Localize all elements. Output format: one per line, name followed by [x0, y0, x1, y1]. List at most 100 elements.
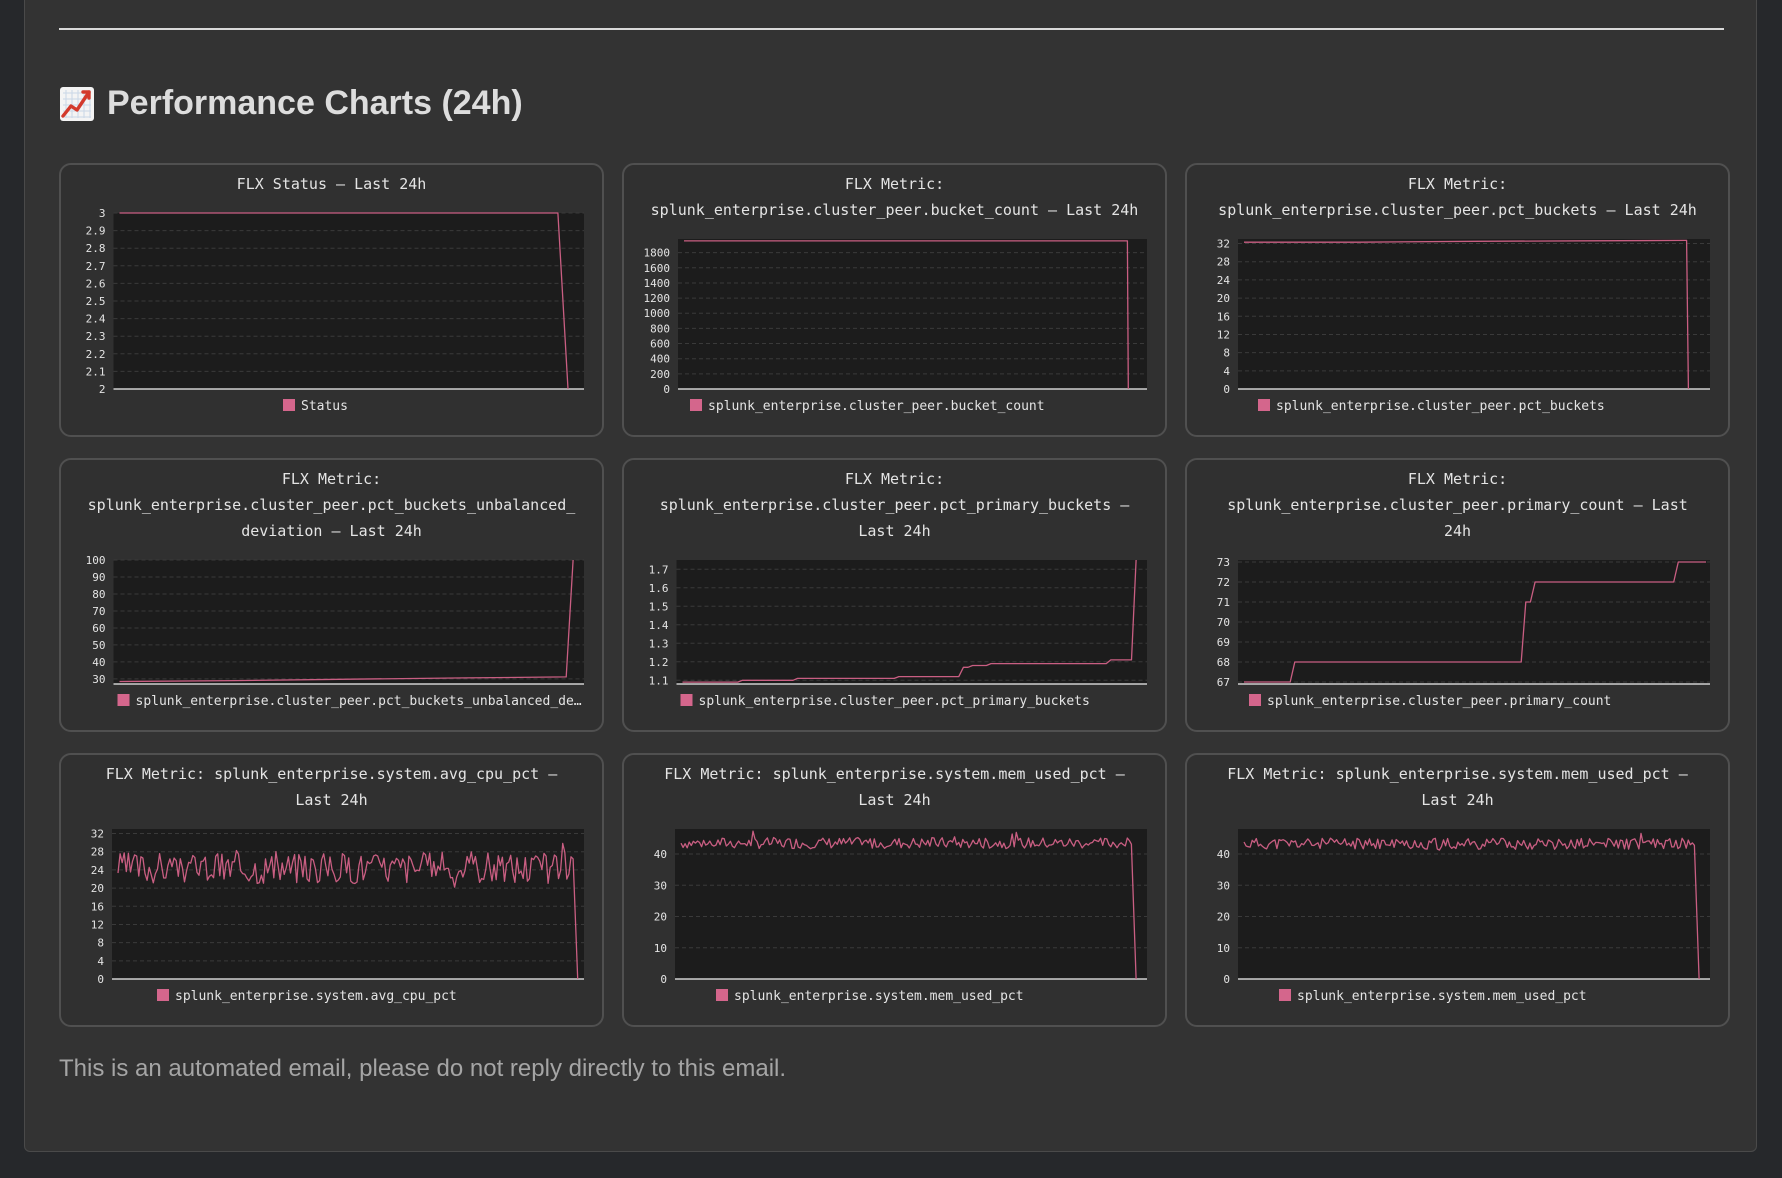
- chart-card: FLX Status – Last 24h 2 2.1 2.2 2.3 2.4 2.5 2.6…: [59, 163, 604, 437]
- y-tick-label: 1400: [644, 277, 671, 290]
- y-tick-label: 69: [1217, 636, 1230, 649]
- y-tick-label: 50: [92, 639, 105, 652]
- chart-title-line: FLX Metric: splunk_enterprise.system.mem…: [1227, 765, 1689, 783]
- y-tick-label: 2: [99, 383, 106, 396]
- y-tick-label: 1600: [644, 262, 671, 275]
- y-tick-label: 40: [1217, 848, 1230, 861]
- charts-grid: FLX Status – Last 24h 2 2.1 2.2 2.3 2.4 2.5 2.6…: [59, 163, 1731, 1027]
- legend-swatch: [1258, 399, 1270, 411]
- chart-svg: FLX Metric: splunk_enterprise.cluster_pee…: [1217, 470, 1710, 709]
- y-tick-label: 71: [1217, 596, 1230, 609]
- y-tick-label: 67: [1217, 676, 1230, 689]
- chart-title-line: splunk_enterprise.cluster_peer.pct_bucke…: [88, 496, 577, 514]
- y-tick-label: 2.5: [86, 295, 106, 308]
- legend-swatch: [283, 399, 295, 411]
- y-tick-label: 20: [1217, 911, 1230, 924]
- y-tick-label: 1800: [644, 247, 671, 260]
- chart-svg: FLX Metric: splunk_enterprise.cluster_pee…: [1217, 175, 1710, 414]
- y-tick-label: 72: [1217, 576, 1230, 589]
- y-tick-label: 0: [663, 383, 670, 396]
- y-tick-label: 24: [1217, 274, 1231, 287]
- chart-title-line: FLX Status – Last 24h: [237, 175, 427, 193]
- y-tick-label: 2.9: [86, 225, 106, 238]
- y-tick-label: 30: [92, 673, 105, 686]
- legend-swatch: [1279, 989, 1291, 1001]
- y-tick-label: 90: [92, 571, 105, 584]
- plot-area: [676, 560, 1147, 684]
- chart-title-line: FLX Metric:: [1408, 175, 1507, 193]
- legend-label: Status: [301, 399, 348, 414]
- y-tick-label: 600: [650, 338, 670, 351]
- y-tick-label: 1.1: [649, 674, 669, 687]
- legend-label: splunk_enterprise.cluster_peer.bucket_co…: [708, 399, 1045, 414]
- y-tick-label: 40: [92, 656, 105, 669]
- y-tick-label: 3: [99, 207, 106, 220]
- chart-svg: FLX Metric: splunk_enterprise.system.mem…: [654, 765, 1147, 1004]
- y-tick-label: 68: [1217, 656, 1230, 669]
- footer-note: This is an automated email, please do no…: [59, 1055, 787, 1082]
- section-title: Performance Charts (24h): [59, 84, 523, 123]
- y-tick-label: 8: [1223, 347, 1230, 360]
- y-tick-label: 800: [650, 322, 670, 335]
- chart-svg: FLX Metric: splunk_enterprise.cluster_pee…: [644, 175, 1147, 414]
- y-tick-label: 1.6: [649, 582, 669, 595]
- chart-card: FLX Metric: splunk_enterprise.cluster_pee…: [59, 458, 604, 732]
- chart-card: FLX Metric: splunk_enterprise.system.mem…: [1185, 753, 1730, 1027]
- chart-title-line: FLX Metric: splunk_enterprise.system.mem…: [664, 765, 1126, 783]
- y-tick-label: 1.4: [649, 619, 669, 632]
- y-tick-label: 0: [1223, 973, 1230, 986]
- y-tick-label: 12: [91, 918, 104, 931]
- y-tick-label: 400: [650, 353, 670, 366]
- y-tick-label: 24: [91, 864, 105, 877]
- plot-area: [113, 560, 584, 684]
- chart-card: FLX Metric: splunk_enterprise.system.mem…: [622, 753, 1167, 1027]
- chart-svg: FLX Status – Last 24h 2 2.1 2.2 2.3 2.4 2.5 2.6…: [86, 175, 584, 414]
- y-tick-label: 80: [92, 588, 105, 601]
- chart-title-line: splunk_enterprise.cluster_peer.primary_c…: [1227, 496, 1688, 514]
- legend-swatch: [716, 989, 728, 1001]
- y-tick-label: 0: [660, 973, 667, 986]
- y-tick-label: 10: [654, 942, 667, 955]
- legend-label: splunk_enterprise.cluster_peer.pct_bucke…: [1276, 399, 1605, 414]
- chart-title-line: splunk_enterprise.cluster_peer.pct_bucke…: [1218, 201, 1697, 219]
- chart-svg: FLX Metric: splunk_enterprise.cluster_pee…: [86, 470, 584, 709]
- chart-svg: FLX Metric: splunk_enterprise.system.mem…: [1217, 765, 1710, 1004]
- y-tick-label: 2.6: [86, 277, 106, 290]
- y-tick-label: 8: [97, 937, 104, 950]
- legend-swatch: [157, 989, 169, 1001]
- chart-svg: FLX Metric: splunk_enterprise.cluster_pee…: [649, 470, 1147, 709]
- chart-card: FLX Metric: splunk_enterprise.cluster_pee…: [1185, 163, 1730, 437]
- y-tick-label: 20: [654, 911, 667, 924]
- y-tick-label: 1.7: [649, 563, 669, 576]
- legend-label: splunk_enterprise.cluster_peer.pct_prima…: [699, 694, 1090, 709]
- chart-card: FLX Metric: splunk_enterprise.cluster_pee…: [1185, 458, 1730, 732]
- y-tick-label: 4: [97, 955, 104, 968]
- chart-title-line: deviation – Last 24h: [241, 522, 422, 540]
- y-tick-label: 70: [1217, 616, 1230, 629]
- y-tick-label: 60: [92, 622, 105, 635]
- plot-area: [1238, 829, 1710, 979]
- y-tick-label: 1000: [644, 307, 671, 320]
- chart-title-line: Last 24h: [1421, 791, 1493, 809]
- y-tick-label: 32: [1217, 238, 1230, 251]
- y-tick-label: 1.2: [649, 656, 669, 669]
- y-tick-label: 0: [97, 973, 104, 986]
- plot-area: [675, 829, 1147, 979]
- legend-swatch: [117, 694, 130, 706]
- y-tick-label: 30: [654, 879, 667, 892]
- y-tick-label: 20: [91, 882, 104, 895]
- y-tick-label: 16: [91, 900, 104, 913]
- chart-title-line: Last 24h: [858, 522, 930, 540]
- y-tick-label: 32: [91, 828, 104, 841]
- chart-title-line: FLX Metric:: [282, 470, 381, 488]
- y-tick-label: 28: [91, 846, 104, 859]
- chart-title-line: Last 24h: [858, 791, 930, 809]
- legend-label: splunk_enterprise.cluster_peer.primary_c…: [1267, 694, 1611, 709]
- legend-label: splunk_enterprise.system.avg_cpu_pct: [175, 989, 457, 1004]
- chart-title-line: FLX Metric:: [845, 175, 944, 193]
- chart-svg: FLX Metric: splunk_enterprise.system.avg…: [91, 765, 584, 1004]
- chart-title-line: splunk_enterprise.cluster_peer.bucket_co…: [651, 201, 1139, 219]
- y-tick-label: 10: [1217, 942, 1230, 955]
- y-tick-label: 70: [92, 605, 105, 618]
- y-tick-label: 73: [1217, 556, 1230, 569]
